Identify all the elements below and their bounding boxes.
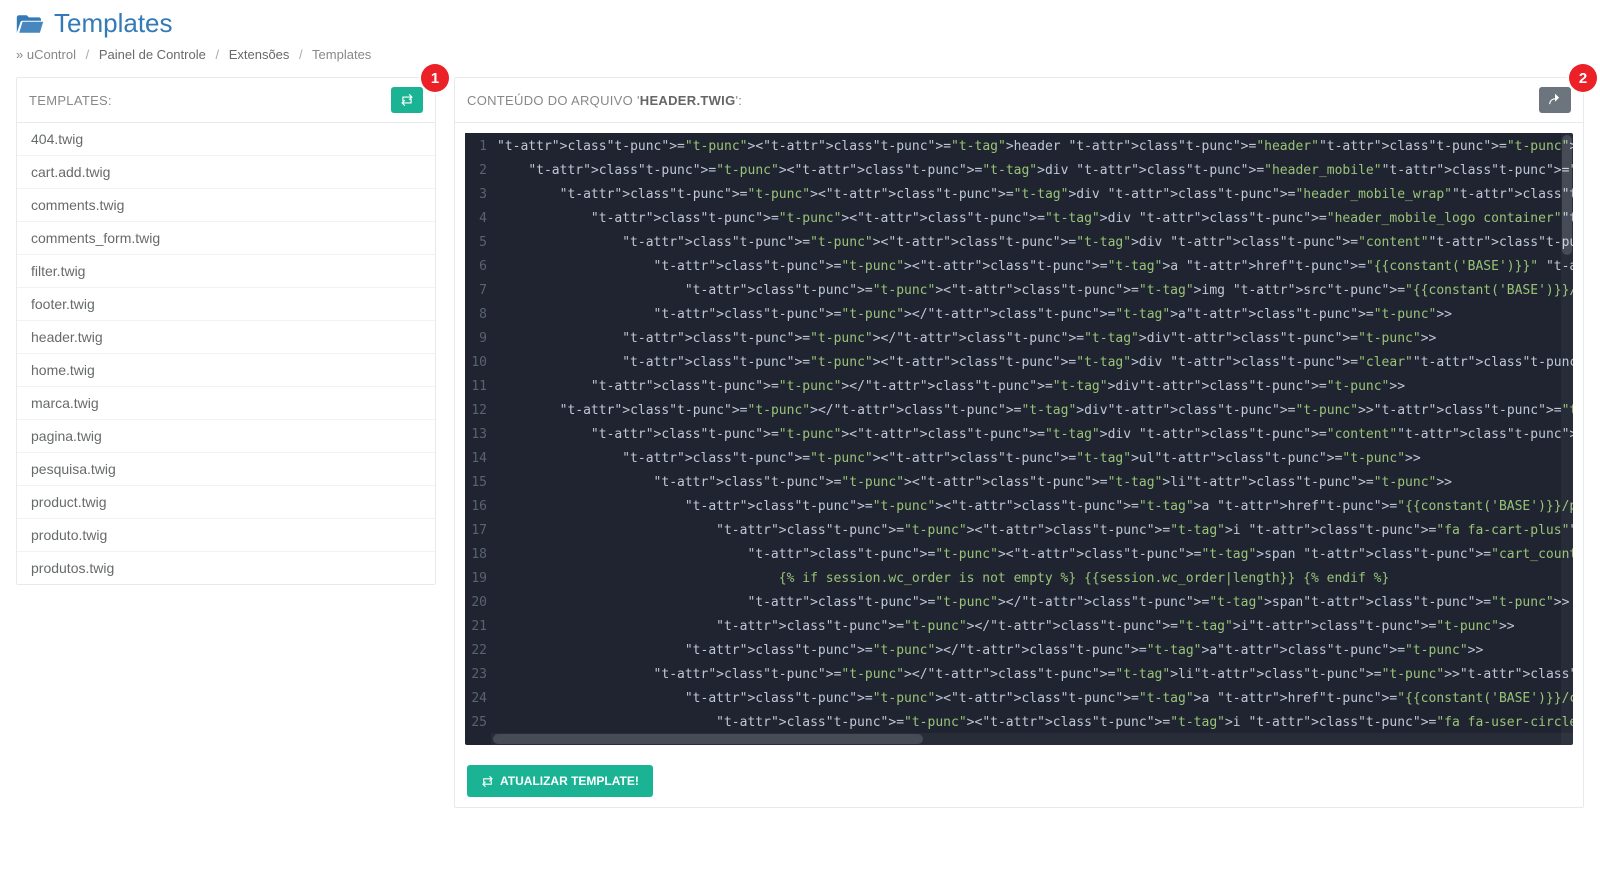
breadcrumb-item[interactable]: Painel de Controle <box>99 47 206 62</box>
template-file-item[interactable]: comments_form.twig <box>17 222 435 255</box>
scrollbar-thumb[interactable] <box>1562 135 1572 255</box>
breadcrumb-prefix: » uControl <box>16 47 76 62</box>
template-file-item[interactable]: marca.twig <box>17 387 435 420</box>
breadcrumb: » uControl / Painel de Controle / Extens… <box>16 47 1584 62</box>
update-template-button[interactable]: ATUALIZAR TEMPLATE! <box>467 765 653 797</box>
scrollbar-thumb[interactable] <box>493 734 923 744</box>
page-header: Templates » uControl / Painel de Control… <box>16 8 1584 62</box>
template-file-item[interactable]: pagina.twig <box>17 420 435 453</box>
template-file-item[interactable]: produtos.twig <box>17 552 435 584</box>
template-file-item[interactable]: produto.twig <box>17 519 435 552</box>
template-file-item[interactable]: footer.twig <box>17 288 435 321</box>
page-title-text: Templates <box>54 8 173 39</box>
template-file-item[interactable]: header.twig <box>17 321 435 354</box>
template-file-item[interactable]: filter.twig <box>17 255 435 288</box>
undo-button[interactable] <box>1539 87 1571 113</box>
refresh-button[interactable] <box>391 87 423 113</box>
templates-panel: 1 TEMPLATES: 404.twigcart.add.twigcommen… <box>16 77 436 585</box>
template-file-item[interactable]: product.twig <box>17 486 435 519</box>
code-area[interactable]: "t-attr">class"t-punc">="t-punc"><"t-att… <box>491 133 1573 733</box>
horizontal-scrollbar[interactable] <box>491 733 1573 745</box>
templates-panel-title: TEMPLATES: <box>29 93 112 108</box>
folder-open-icon <box>16 13 44 35</box>
line-number-gutter: 1234567891011121314151617181920212223242… <box>465 133 491 733</box>
refresh-icon <box>400 93 414 107</box>
code-editor[interactable]: 1234567891011121314151617181920212223242… <box>465 133 1573 745</box>
breadcrumb-item[interactable]: Extensões <box>229 47 290 62</box>
editor-panel: 2 CONTEÚDO DO ARQUIVO 'HEADER.TWIG': 123… <box>454 77 1584 808</box>
page-title: Templates <box>16 8 1584 39</box>
update-button-label: ATUALIZAR TEMPLATE! <box>500 774 639 788</box>
refresh-icon <box>481 775 494 788</box>
undo-icon <box>1548 93 1562 107</box>
template-file-item[interactable]: 404.twig <box>17 123 435 156</box>
callout-badge-1: 1 <box>421 64 449 92</box>
template-file-item[interactable]: pesquisa.twig <box>17 453 435 486</box>
breadcrumb-item-current: Templates <box>312 47 371 62</box>
template-file-item[interactable]: home.twig <box>17 354 435 387</box>
callout-badge-2: 2 <box>1569 64 1597 92</box>
template-file-list: 404.twigcart.add.twigcomments.twigcommen… <box>17 123 435 584</box>
editor-panel-title: CONTEÚDO DO ARQUIVO 'HEADER.TWIG': <box>467 93 742 108</box>
template-file-item[interactable]: cart.add.twig <box>17 156 435 189</box>
vertical-scrollbar[interactable] <box>1561 133 1573 733</box>
template-file-item[interactable]: comments.twig <box>17 189 435 222</box>
